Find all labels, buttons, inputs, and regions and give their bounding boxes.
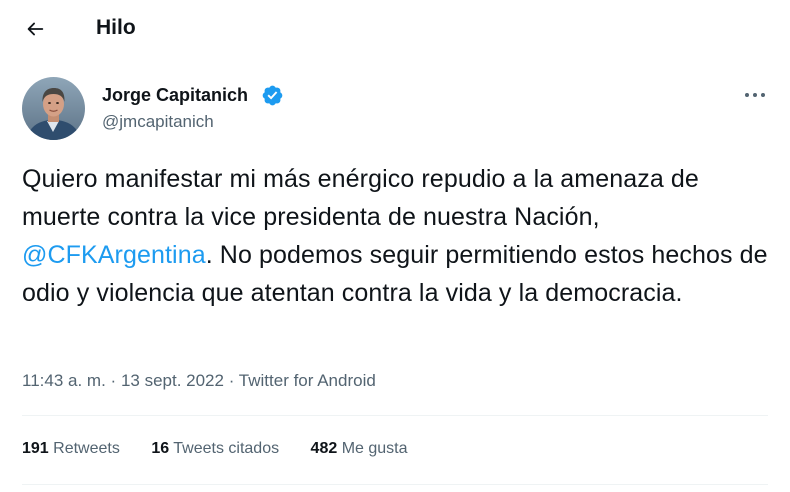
tweet-stats: 191 Retweets 16 Tweets citados 482 Me gu… [22,438,408,460]
quotes-label: Tweets citados [173,440,280,457]
tweet-date[interactable]: 13 sept. 2022 [121,371,224,390]
likes-label: Me gusta [341,440,408,457]
tweet-time[interactable]: 11:43 a. m. [22,371,106,390]
tweet-text-part1: Quiero manifestar mi más enérgico repudi… [22,165,699,231]
tweet-source[interactable]: Twitter for Android [239,371,376,390]
more-horizontal-icon [745,93,765,97]
meta-separator: · [228,371,235,390]
quotes-count: 16 [151,440,170,457]
retweets-label: Retweets [53,440,120,457]
meta-separator: · [110,371,117,390]
thread-header: Hilo [0,0,790,56]
page-title: Hilo [96,16,136,39]
retweets-count: 191 [22,440,49,457]
avatar-photo [22,77,85,140]
likes-count: 482 [310,440,338,457]
verified-badge-icon [262,85,283,106]
divider [22,415,768,416]
retweets-stat[interactable]: 191 Retweets [22,438,120,460]
quotes-stat[interactable]: 16 Tweets citados [151,438,279,460]
mention-link[interactable]: @CFKArgentina [22,241,206,269]
author-handle[interactable]: @jmcapitanich [102,111,214,132]
likes-stat[interactable]: 482 Me gusta [311,438,408,460]
more-options-button[interactable] [738,84,772,106]
avatar[interactable] [22,77,85,140]
author-name[interactable]: Jorge Capitanich [102,84,248,106]
arrow-left-icon [27,22,44,36]
tweet-text: Quiero manifestar mi más enérgico repudi… [22,160,772,312]
divider [22,484,768,485]
tweet-meta: 11:43 a. m. · 13 sept. 2022 · Twitter fo… [22,370,376,392]
back-button[interactable] [18,12,52,46]
